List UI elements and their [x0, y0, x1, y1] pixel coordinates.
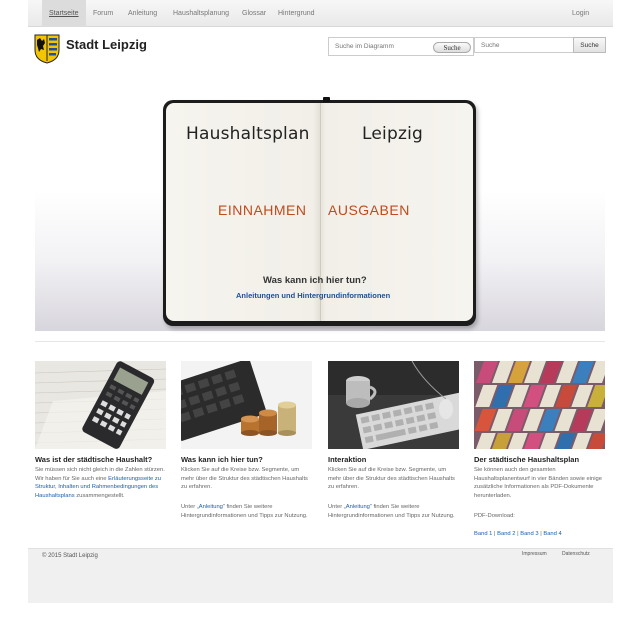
pdf-download-label: PDF-Download: [474, 513, 515, 519]
copyright: © 2015 Stadt Leipzig [42, 553, 98, 559]
nav-item-haushaltsplanung[interactable]: Haushaltsplanung [173, 0, 229, 27]
divider [35, 341, 605, 342]
card-text-haushalt: Sie müssen sich nicht gleich in die Zahl… [35, 466, 166, 500]
site-title[interactable]: Stadt Leipzig [66, 37, 147, 52]
hero-question: Was kann ich hier tun? [263, 275, 367, 286]
band-3-link[interactable]: Band 3 [520, 531, 538, 537]
nav-item-glossar[interactable]: Glossar [242, 0, 266, 27]
card-text-haushaltsplan: Sie können auch den gesamten Haushaltspl… [474, 467, 602, 499]
band-links: Band 1 | Band 2 | Band 3 | Band 4 [474, 531, 562, 537]
keyboard-image [328, 361, 459, 449]
top-navbar [28, 0, 613, 27]
site-search-input[interactable] [475, 38, 573, 52]
card-text-was-kann-ich: Klicken Sie auf die Kreise bzw. Segmente… [181, 467, 308, 491]
card-text-interaktion: Klicken Sie auf die Kreise bzw. Segmente… [328, 467, 455, 491]
card-text-prefix: Unter [328, 504, 344, 510]
diagram-search-input[interactable] [329, 38, 427, 55]
impressum-link[interactable]: Impressum [522, 551, 547, 557]
nav-item-forum[interactable]: Forum [93, 0, 113, 27]
coins-image [181, 361, 312, 449]
leipzig-crest-icon[interactable] [34, 34, 60, 64]
hero-title-right: Leipzig [362, 124, 423, 144]
calculator-image [35, 361, 166, 449]
card-title-was-kann-ich: Was kann ich hier tun? [181, 455, 263, 464]
band-2-link[interactable]: Band 2 [497, 531, 515, 537]
datenschutz-link[interactable]: Datenschutz [562, 551, 590, 557]
income-link[interactable]: EINNAHMEN [218, 202, 307, 218]
anleitung-link[interactable]: „Anleitung“ [197, 504, 225, 510]
band-4-link[interactable]: Band 4 [543, 531, 561, 537]
card-text-prefix: Unter [181, 504, 197, 510]
hero-help-link[interactable]: Anleitungen und Hintergrundinformationen [236, 291, 390, 300]
card-text-anleitung-hint: Unter „Anleitung“ finden Sie weitere Hin… [181, 503, 312, 520]
login-link[interactable]: Login [572, 0, 589, 27]
diagram-search-box: Suche [328, 37, 474, 56]
nav-item-startseite[interactable]: Startseite [42, 0, 86, 27]
card-title-interaktion: Interaktion [328, 455, 367, 464]
site-search-box: Suche [474, 37, 606, 53]
expense-link[interactable]: AUSGABEN [328, 202, 410, 218]
documents-image [474, 361, 605, 449]
card-text-anleitung-hint-2: Unter „Anleitung“ finden Sie weitere Hin… [328, 503, 459, 520]
site-search-button[interactable]: Suche [573, 37, 606, 53]
page: Startseite Forum Anleitung Haushaltsplan… [0, 0, 641, 625]
nav-item-anleitung[interactable]: Anleitung [128, 0, 157, 27]
nav-item-hintergrund[interactable]: Hintergrund [278, 0, 315, 27]
card-title-haushaltsplan: Der städtische Haushaltsplan [474, 455, 580, 464]
diagram-search-button[interactable]: Suche [433, 42, 471, 53]
card-title-haushalt: Was ist der städtische Haushalt? [35, 455, 153, 464]
hero-title-left: Haushaltsplan [186, 124, 310, 144]
card-text-outro: zusammengestellt. [76, 492, 125, 499]
anleitung-link[interactable]: „Anleitung“ [344, 504, 372, 510]
band-1-link[interactable]: Band 1 [474, 531, 492, 537]
